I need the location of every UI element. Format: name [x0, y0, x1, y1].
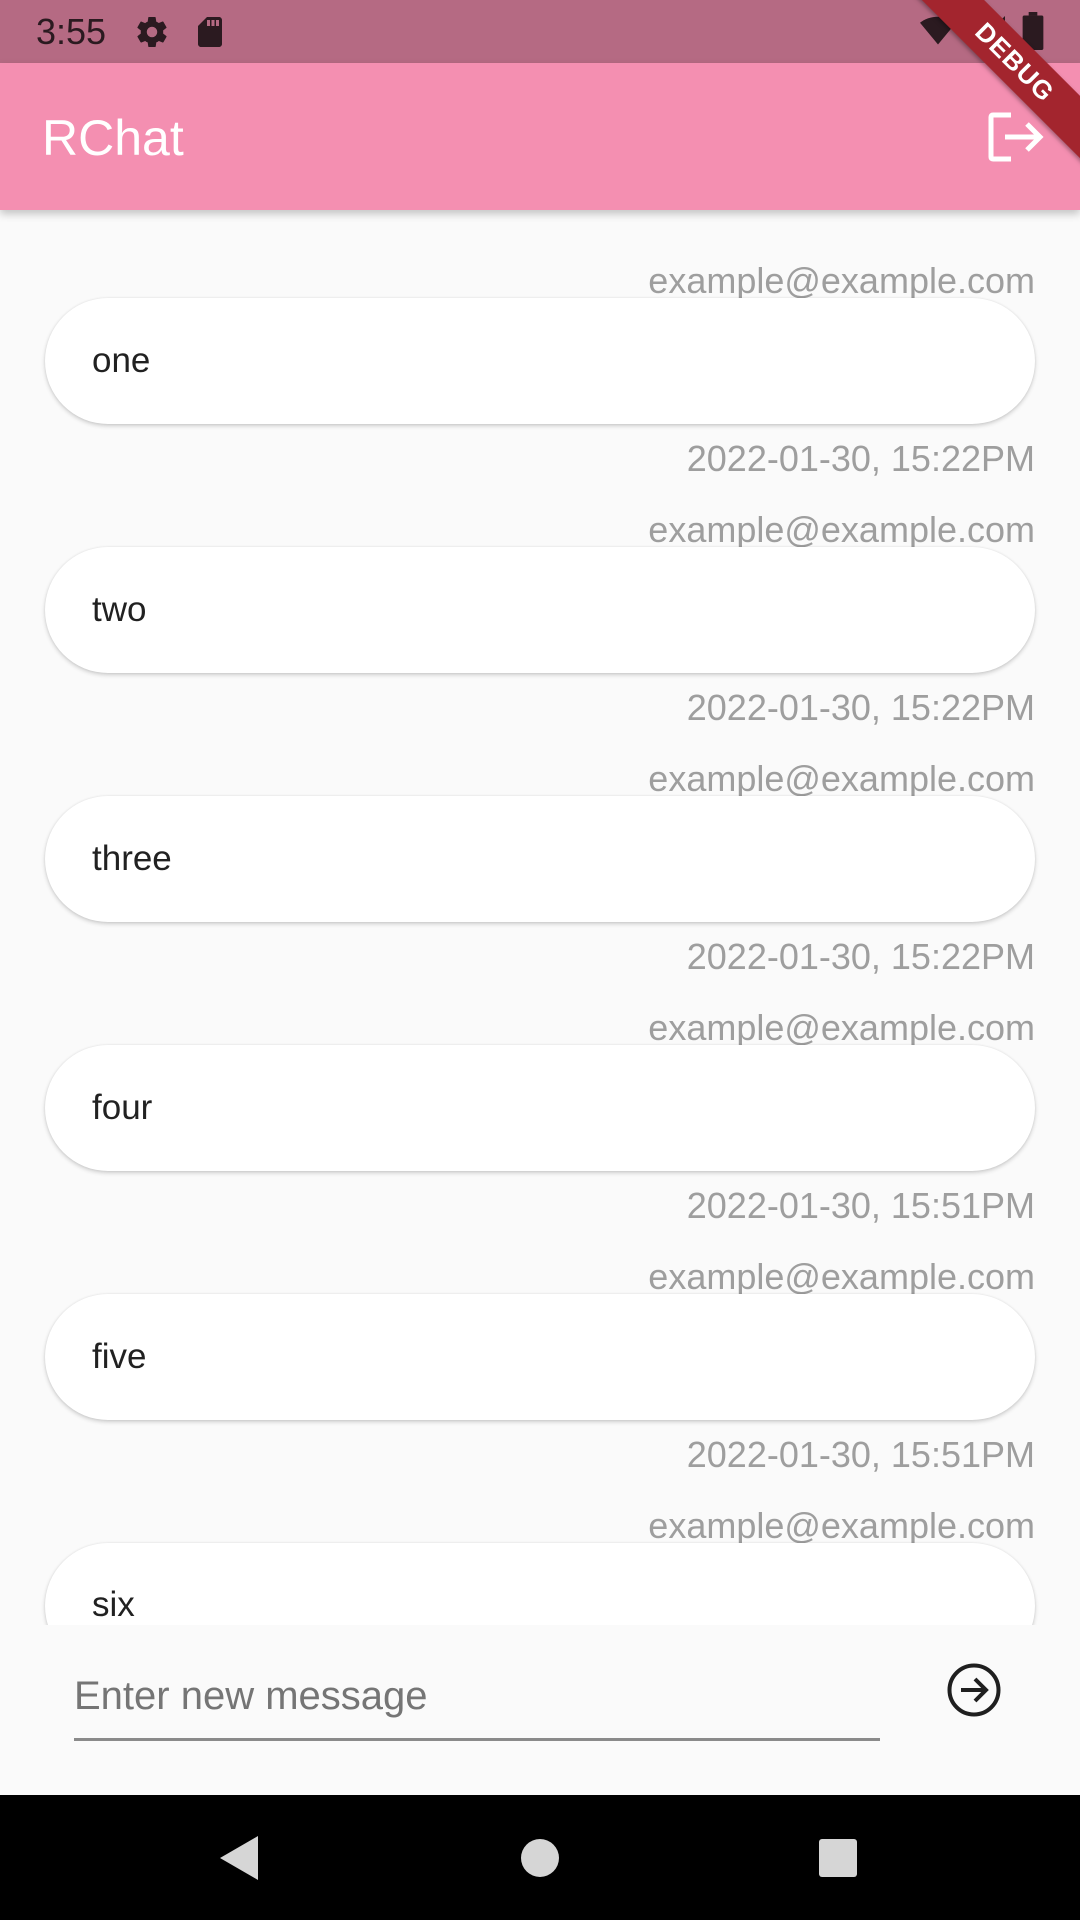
message-timestamp: 2022-01-30, 15:22PM — [686, 438, 1035, 479]
message-timestamp: 2022-01-30, 15:22PM — [686, 687, 1035, 728]
message-text: four — [92, 1088, 153, 1127]
settings-icon — [134, 14, 170, 50]
app-root: 3:55 RChat DEBUG example@example.com one… — [0, 0, 1080, 1920]
message-bubble[interactable]: two — [45, 547, 1035, 673]
message-list[interactable]: example@example.com one 2022-01-30, 15:2… — [0, 210, 1080, 1625]
home-button[interactable] — [513, 1831, 567, 1885]
message-composer — [0, 1625, 1080, 1795]
message-text: one — [92, 341, 151, 380]
message-input[interactable] — [74, 1655, 880, 1741]
back-button[interactable] — [212, 1831, 266, 1885]
logout-icon — [988, 112, 1044, 162]
back-icon — [220, 1836, 258, 1880]
message-sender: example@example.com — [648, 260, 1035, 301]
message-timestamp: 2022-01-30, 15:22PM — [686, 936, 1035, 977]
message-sender: example@example.com — [648, 1256, 1035, 1297]
message-sender: example@example.com — [648, 1505, 1035, 1546]
home-icon — [521, 1839, 559, 1877]
message-text: three — [92, 839, 172, 878]
message-bubble[interactable]: three — [45, 796, 1035, 922]
recents-icon — [819, 1839, 857, 1877]
message-text: five — [92, 1337, 147, 1376]
message-text: two — [92, 590, 147, 629]
app-bar: RChat — [0, 63, 1080, 210]
system-nav-bar — [0, 1795, 1080, 1920]
message-timestamp: 2022-01-30, 15:51PM — [686, 1185, 1035, 1226]
message-bubble[interactable]: four — [45, 1045, 1035, 1171]
message-text: six — [92, 1585, 135, 1624]
status-bar: 3:55 — [0, 0, 1080, 63]
status-time: 3:55 — [36, 10, 107, 52]
message-sender: example@example.com — [648, 509, 1035, 550]
send-icon — [947, 1663, 1001, 1717]
app-title: RChat — [42, 110, 184, 166]
message-sender: example@example.com — [648, 1007, 1035, 1048]
message-bubble[interactable]: one — [45, 298, 1035, 424]
send-button[interactable] — [946, 1662, 1002, 1718]
sd-card-icon — [192, 14, 228, 50]
message-timestamp: 2022-01-30, 15:51PM — [686, 1434, 1035, 1475]
recents-button[interactable] — [811, 1831, 865, 1885]
message-bubble[interactable]: five — [45, 1294, 1035, 1420]
message-sender: example@example.com — [648, 758, 1035, 799]
message-bubble[interactable]: six — [45, 1543, 1035, 1625]
